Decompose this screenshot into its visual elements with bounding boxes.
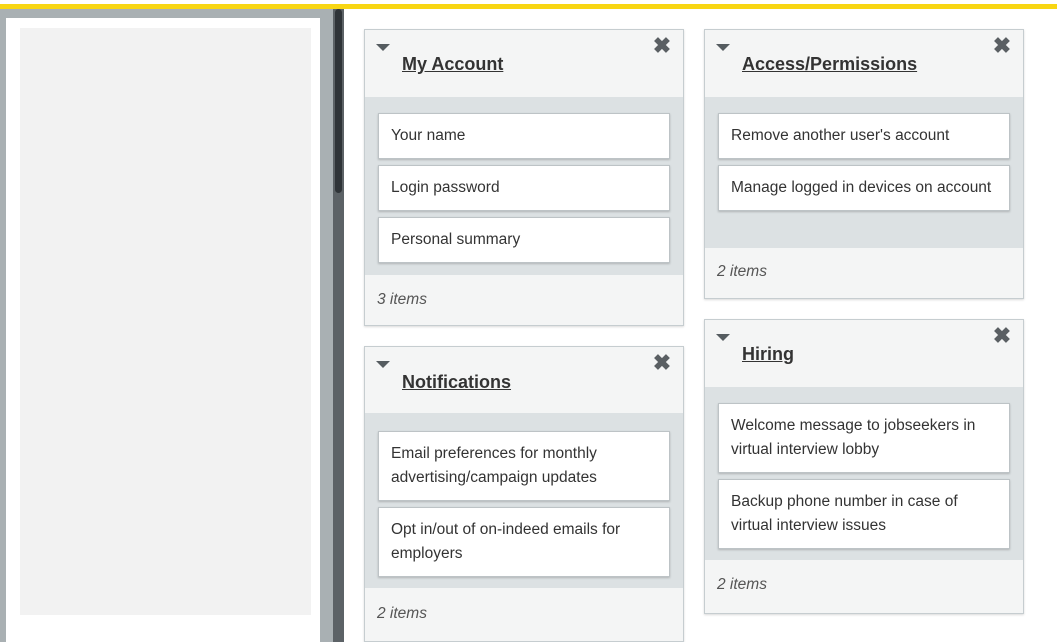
caret-down-icon[interactable]	[376, 361, 390, 368]
card-notifications: Notifications ✖ Email preferences for mo…	[364, 346, 684, 642]
close-icon[interactable]: ✖	[652, 35, 672, 57]
card-my-account: My Account ✖ Your name Login password Pe…	[364, 29, 684, 326]
caret-down-icon[interactable]	[716, 44, 730, 51]
card-item-list: Email preferences for monthly advertisin…	[365, 413, 683, 577]
card-header: Hiring ✖	[705, 320, 1023, 387]
item-count: 2 items	[365, 588, 683, 641]
card-item-list: Welcome message to jobseekers in virtual…	[705, 387, 1023, 549]
close-icon[interactable]: ✖	[652, 352, 672, 374]
card-header: Access/Permissions ✖	[705, 30, 1023, 97]
card-title[interactable]: Notifications	[402, 372, 511, 393]
top-bar	[0, 0, 1057, 9]
list-item[interactable]: Remove another user's account	[718, 113, 1010, 159]
card-hiring: Hiring ✖ Welcome message to jobseekers i…	[704, 319, 1024, 614]
caret-down-icon[interactable]	[716, 334, 730, 341]
list-item[interactable]: Opt in/out of on-indeed emails for emplo…	[378, 507, 670, 577]
list-item[interactable]: Your name	[378, 113, 670, 159]
card-title[interactable]: Access/Permissions	[742, 54, 917, 75]
item-count: 3 items	[365, 275, 683, 325]
caret-down-icon[interactable]	[376, 44, 390, 51]
close-icon[interactable]: ✖	[992, 35, 1012, 57]
list-item[interactable]: Login password	[378, 165, 670, 211]
list-item[interactable]: Personal summary	[378, 217, 670, 263]
card-title[interactable]: Hiring	[742, 344, 794, 365]
card-item-list: Remove another user's account Manage log…	[705, 97, 1023, 211]
list-item[interactable]: Welcome message to jobseekers in virtual…	[718, 403, 1010, 473]
item-count: 2 items	[705, 248, 1023, 298]
card-item-list: Your name Login password Personal summar…	[365, 97, 683, 263]
list-item[interactable]: Email preferences for monthly advertisin…	[378, 431, 670, 501]
sidebar-scrollbar[interactable]	[333, 9, 344, 642]
list-item[interactable]: Backup phone number in case of virtual i…	[718, 479, 1010, 549]
close-icon[interactable]: ✖	[992, 325, 1012, 347]
card-title[interactable]: My Account	[402, 54, 503, 75]
card-access-permissions: Access/Permissions ✖ Remove another user…	[704, 29, 1024, 299]
sidebar-placeholder	[20, 28, 311, 615]
card-header: My Account ✖	[365, 30, 683, 97]
scrollbar-thumb[interactable]	[335, 9, 342, 193]
card-header: Notifications ✖	[365, 347, 683, 413]
sidebar-panel	[6, 18, 320, 642]
item-count: 2 items	[705, 560, 1023, 613]
list-item[interactable]: Manage logged in devices on account	[718, 165, 1010, 211]
